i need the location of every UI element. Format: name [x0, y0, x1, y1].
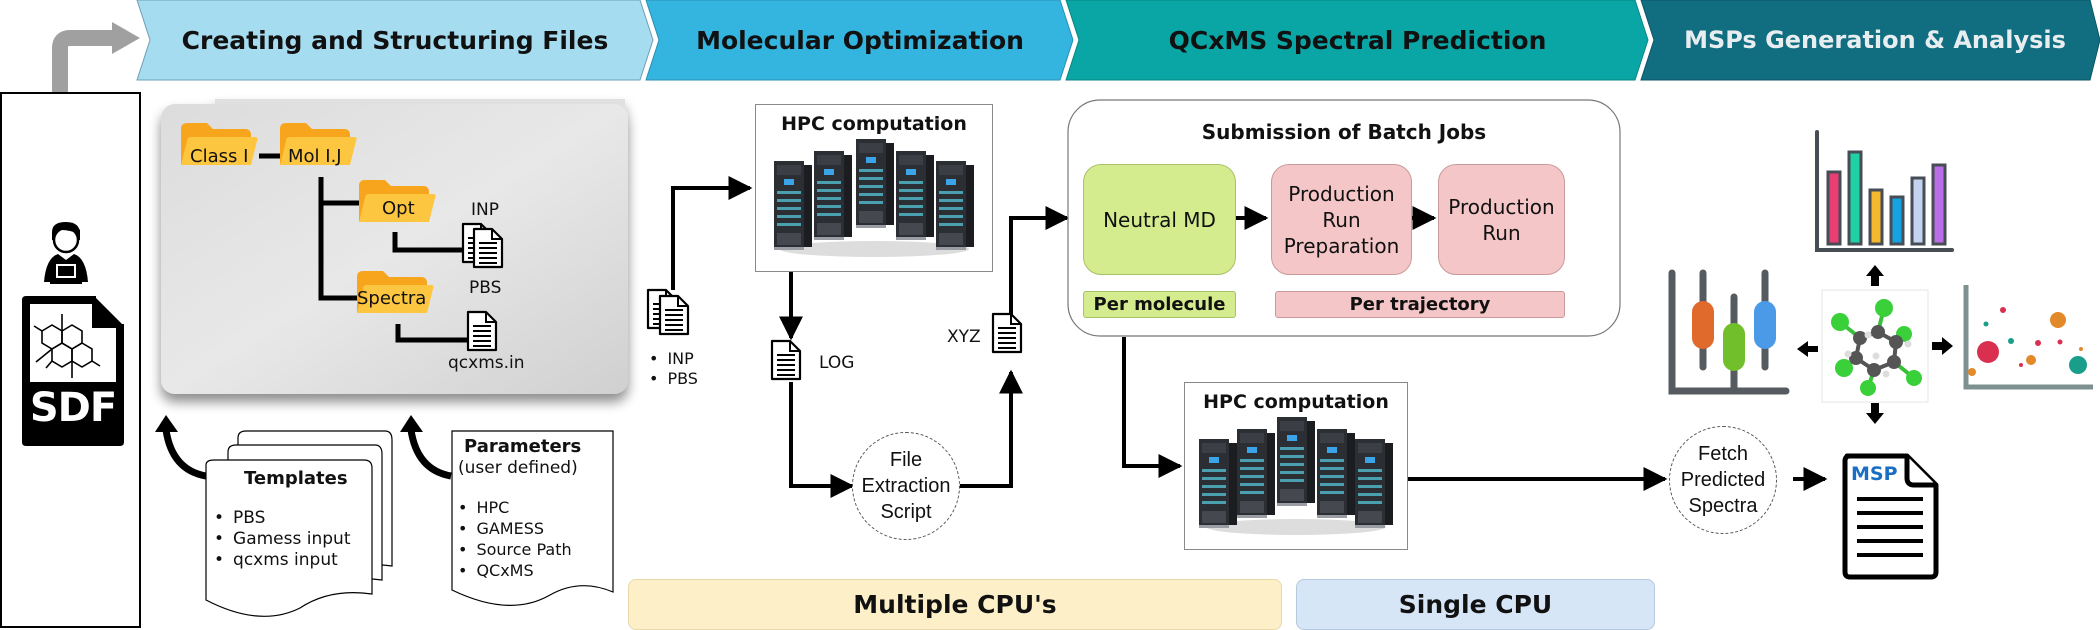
parameters-item: HPC: [458, 497, 572, 518]
bar-chart-icon-bar: [1847, 150, 1863, 246]
box-plot-icon-box: [1723, 323, 1745, 371]
stage-label-optimization: Molecular Optimization: [696, 25, 1024, 55]
batch-jobs-title: Submission of Batch Jobs: [1201, 120, 1487, 144]
multiple-cpu-band: Multiple CPU's: [628, 579, 1282, 630]
neutral-md-node: Neutral MD: [1083, 164, 1236, 275]
bubble-chart-icon-bubble: [2069, 356, 2087, 374]
bubble-chart-icon-bubble: [1977, 341, 1999, 363]
hpc-card-title: HPC computation: [781, 113, 967, 135]
log-file-label: LOG: [819, 353, 855, 373]
folder-spectra-label: Spectra: [357, 288, 427, 309]
sdf-label: SDF: [29, 385, 117, 431]
bubble-chart-icon-bubble: [2057, 339, 2063, 345]
bubble-chart-icon-bubble: [2050, 312, 2066, 328]
qcxms-file-icon: [466, 310, 498, 352]
parameters-item: GAMESS: [458, 518, 572, 539]
production-run-node: Production Run: [1438, 164, 1565, 275]
inp-pbs-files-icon: [646, 288, 690, 336]
server-rack-icon: [1199, 417, 1393, 535]
file-extraction-script-node: File Extraction Script: [852, 432, 960, 540]
bubble-chart-icon-bubble: [2008, 338, 2014, 344]
bar-chart-icon-bar: [1868, 188, 1884, 246]
neutral-md-label: Neutral MD: [1103, 207, 1216, 232]
production-run-preparation-node: Production Run Preparation: [1271, 164, 1412, 275]
batch-to-hpc-arrow: [1122, 337, 1183, 478]
xyz-file-label: XYZ: [947, 327, 981, 347]
bar-chart-icon-bar: [1910, 176, 1926, 246]
templates-item: PBS: [214, 508, 351, 529]
parameters-title: Parameters: [464, 436, 582, 457]
hpc-card-qcxms: HPC computation: [1184, 382, 1408, 550]
templates-title: Templates: [244, 468, 348, 489]
per-trajectory-tag: Per trajectory: [1275, 291, 1565, 318]
run-line: Run: [1482, 220, 1521, 245]
stage-label-files: Creating and Structuring Files: [181, 25, 609, 55]
opt-file-pbs-label: PBS: [469, 278, 502, 298]
parameters-list: HPC GAMESS Source Path QCxMS: [458, 497, 572, 581]
templates-item: Gamess input: [214, 529, 350, 550]
parameters-item: Source Path: [458, 539, 571, 560]
prep-line: Preparation: [1283, 233, 1400, 258]
bubble-chart-icon-bubble: [1983, 321, 1989, 327]
script-line: Extraction: [861, 475, 951, 497]
box-plot-icon: [1668, 269, 1790, 395]
run-line: Production: [1448, 194, 1555, 219]
fetch-predicted-spectra-node: Fetch Predicted Spectra: [1669, 426, 1777, 534]
per-molecule-tag: Per molecule: [1083, 291, 1236, 318]
box-plot-icon-box: [1692, 301, 1714, 349]
bar-chart-icon-bar: [1931, 163, 1947, 246]
bar-chart-icon-bar: [1826, 170, 1842, 246]
prep-line: Run: [1322, 207, 1361, 232]
multiple-cpu-label: Multiple CPU's: [853, 590, 1057, 619]
script-line: Script: [880, 501, 932, 523]
per-molecule-label: Per molecule: [1093, 294, 1226, 315]
opt-file-inp-label: INP: [471, 200, 499, 220]
folder-class-label: Class I: [190, 146, 249, 167]
server-rack-icon: [774, 139, 974, 257]
log-file-icon: [770, 339, 802, 381]
fetch-line: Spectra: [1688, 495, 1758, 517]
parameters-arrow: [407, 429, 452, 480]
start-arrow: [52, 30, 116, 95]
box-plot-icon-box: [1754, 301, 1776, 349]
templates-arrow: [162, 429, 207, 480]
stage-label-msps: MSPs Generation & Analysis: [1684, 26, 2066, 54]
folder-mol-label: Mol I.J: [288, 146, 342, 167]
bubble-chart-icon-bubble: [1968, 368, 1976, 376]
bubble-chart-icon-bubble: [2035, 340, 2041, 346]
hpc-card-optimization: HPC computation: [755, 104, 993, 272]
msp-label: MSP: [1851, 463, 1898, 485]
spectra-file-label: qcxms.in: [448, 353, 525, 373]
bubble-chart-icon-bubble: [2079, 347, 2083, 351]
bubble-chart-icon-bubble: [2000, 307, 2006, 313]
per-trajectory-label: Per trajectory: [1349, 294, 1491, 315]
fetch-line: Predicted: [1680, 469, 1766, 491]
prep-line: Production: [1288, 181, 1395, 206]
single-cpu-label: Single CPU: [1398, 590, 1553, 619]
molecule-icon: [1821, 289, 1929, 403]
bubble-chart-icon-bubble: [2019, 363, 2023, 367]
hpc-input-item: INP: [649, 349, 698, 369]
parameters-item: QCxMS: [458, 560, 572, 581]
bar-chart-icon-bar: [1889, 195, 1905, 246]
folder-opt-label: Opt: [382, 198, 415, 219]
hpc-input-item: PBS: [649, 369, 698, 389]
bar-chart-icon: [1815, 130, 1954, 252]
hpc-card-title: HPC computation: [1203, 391, 1389, 413]
start-arrow-head: [112, 22, 140, 54]
templates-item: qcxms input: [214, 550, 351, 571]
stage-label-qcxms: QCxMS Spectral Prediction: [1168, 25, 1547, 55]
bubble-chart-icon-bubble: [2026, 355, 2036, 365]
fetch-line: Fetch: [1697, 443, 1749, 465]
bubble-chart-icon: [1963, 285, 2093, 390]
single-cpu-band: Single CPU: [1296, 579, 1655, 630]
parameters-subtitle: (user defined): [458, 458, 578, 478]
xyz-file-icon: [991, 312, 1023, 354]
templates-list: PBS Gamess input qcxms input: [214, 508, 351, 571]
script-line: File: [889, 449, 923, 471]
hpc-input-files-list: INP PBS: [649, 349, 698, 389]
